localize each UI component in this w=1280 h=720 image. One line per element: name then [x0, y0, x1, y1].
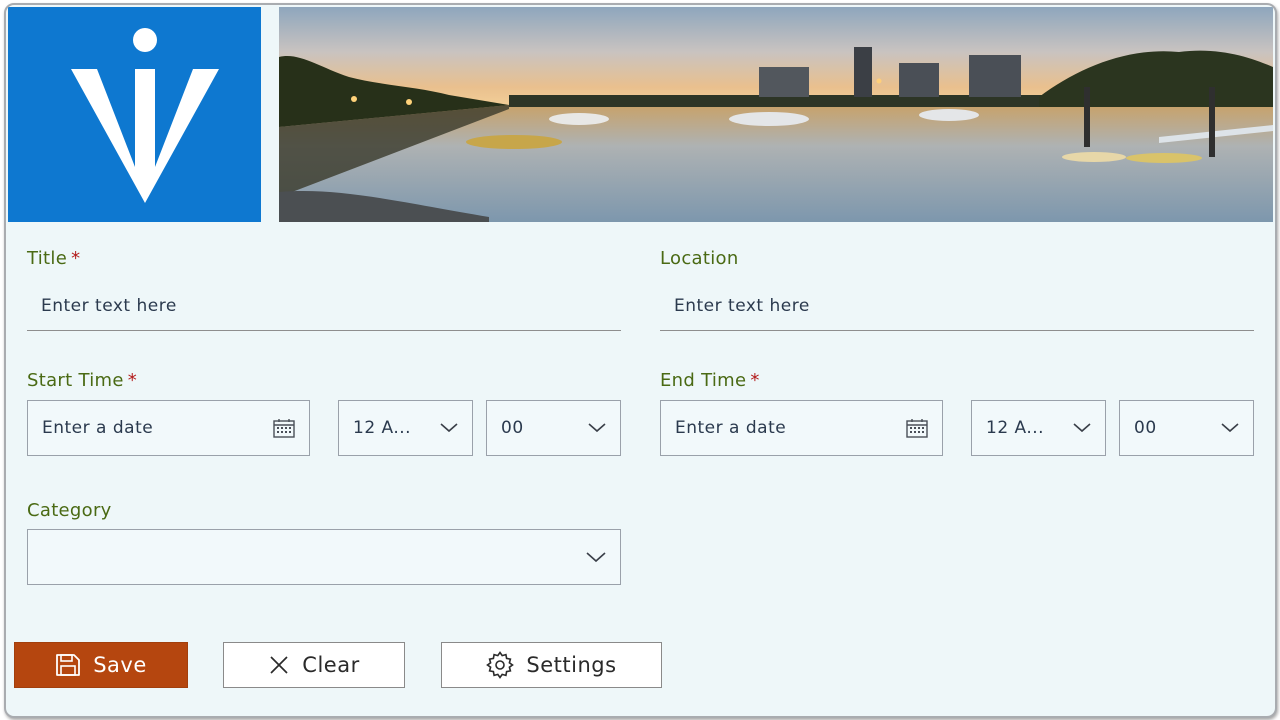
end-time-label: End Time *: [660, 370, 760, 391]
required-mark: *: [71, 248, 81, 269]
start-hour-select[interactable]: 12 A...: [338, 400, 473, 456]
app-logo: [8, 7, 261, 222]
start-minute-value: 00: [501, 418, 524, 438]
chevron-down-icon: [588, 423, 606, 433]
category-select[interactable]: [27, 529, 621, 585]
app-window: Title * Enter text here Location Enter te…: [4, 3, 1277, 718]
gear-icon: [486, 651, 515, 679]
location-label: Location: [660, 248, 739, 269]
end-hour-select[interactable]: 12 A...: [971, 400, 1106, 456]
harbour-sunset-photo-icon: [279, 7, 1273, 222]
end-minute-select[interactable]: 00: [1119, 400, 1254, 456]
title-input[interactable]: Enter text here: [27, 281, 621, 331]
end-time-label-text: End Time: [660, 370, 747, 391]
start-time-label-text: Start Time: [27, 370, 124, 391]
location-label-text: Location: [660, 248, 739, 269]
calendar-icon[interactable]: [273, 418, 295, 438]
category-label-text: Category: [27, 500, 112, 521]
location-input[interactable]: Enter text here: [660, 281, 1254, 331]
start-date-placeholder: Enter a date: [42, 418, 154, 438]
save-button-label: Save: [93, 653, 147, 677]
title-label-text: Title: [27, 248, 68, 269]
save-icon: [56, 654, 81, 676]
start-date-input[interactable]: Enter a date: [27, 400, 310, 456]
end-minute-value: 00: [1134, 418, 1157, 438]
settings-button[interactable]: Settings: [441, 642, 662, 688]
start-time-label: Start Time *: [27, 370, 137, 391]
title-label: Title *: [27, 248, 80, 269]
clear-button-label: Clear: [302, 653, 360, 677]
end-date-placeholder: Enter a date: [675, 418, 787, 438]
chevron-down-icon: [1221, 423, 1239, 433]
calendar-icon[interactable]: [906, 418, 928, 438]
location-input-placeholder: Enter text here: [674, 295, 810, 316]
info-person-logo-icon: [71, 28, 219, 203]
chevron-down-icon: [586, 551, 606, 562]
start-hour-value: 12 A...: [353, 418, 412, 438]
end-hour-value: 12 A...: [986, 418, 1045, 438]
category-label: Category: [27, 500, 112, 521]
clear-button[interactable]: Clear: [223, 642, 405, 688]
title-input-placeholder: Enter text here: [41, 295, 177, 316]
required-mark: *: [750, 370, 760, 391]
close-icon: [270, 656, 288, 674]
chevron-down-icon: [440, 423, 458, 433]
chevron-down-icon: [1073, 423, 1091, 433]
banner-image: [279, 7, 1273, 222]
save-button[interactable]: Save: [14, 642, 188, 688]
settings-button-label: Settings: [526, 653, 617, 677]
start-minute-select[interactable]: 00: [486, 400, 621, 456]
end-date-input[interactable]: Enter a date: [660, 400, 943, 456]
required-mark: *: [127, 370, 138, 391]
